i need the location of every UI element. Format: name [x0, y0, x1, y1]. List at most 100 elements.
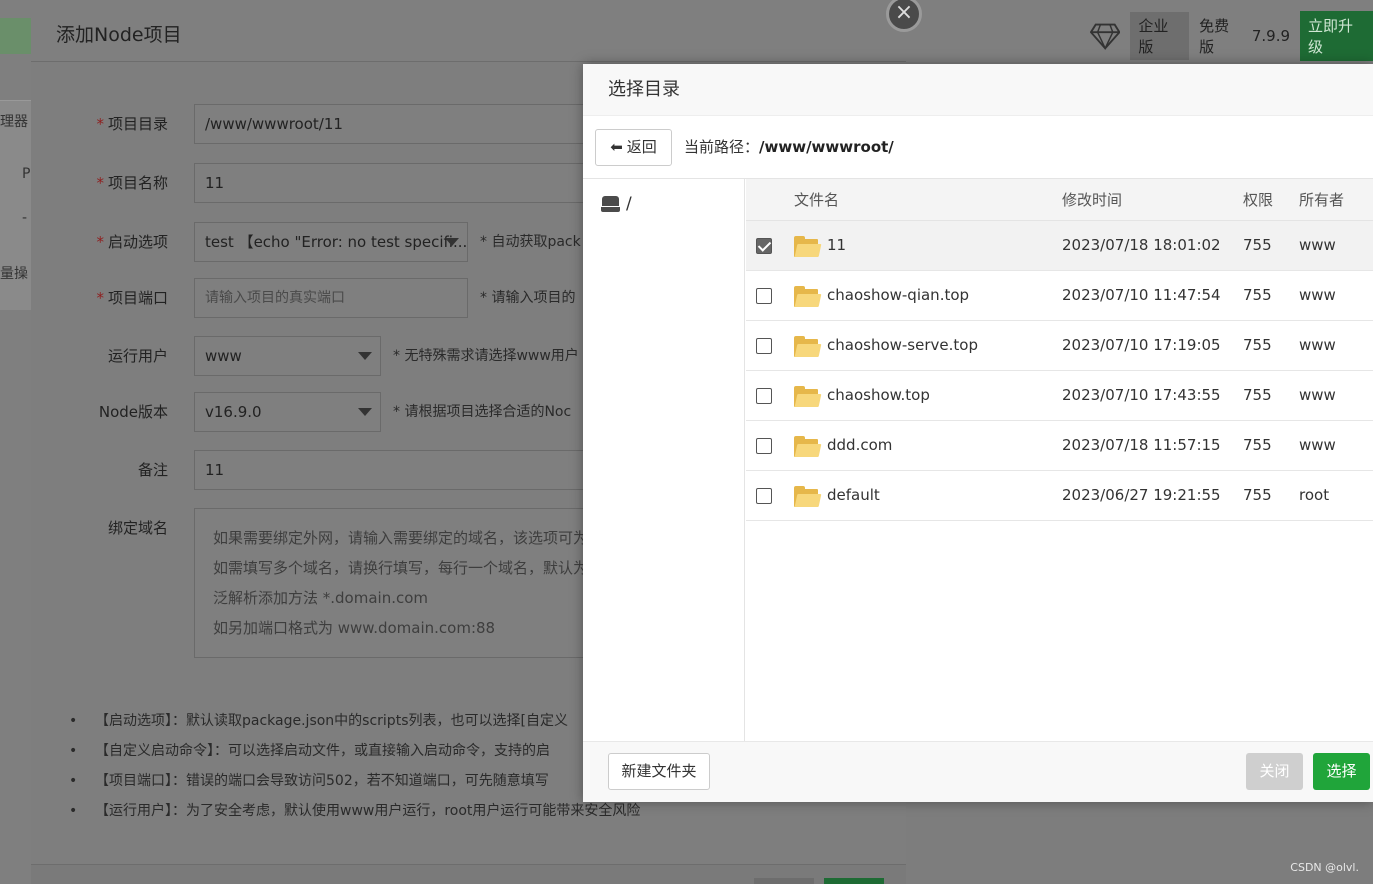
choose-button[interactable]: 选择	[1313, 753, 1370, 790]
close-button[interactable]: 关闭	[1246, 753, 1303, 790]
bg-left-item-2: -	[22, 210, 28, 226]
row-mtime: 2023/07/18 18:01:02	[1062, 236, 1221, 254]
row-checkbox[interactable]	[756, 288, 772, 304]
bg-left-item-3: 量操	[0, 266, 28, 282]
folder-icon	[794, 236, 822, 257]
reply-arrow-icon: ⬅	[610, 138, 623, 156]
submit-button[interactable]	[824, 878, 884, 884]
table-row[interactable]: chaoshow.top 2023/07/10 17:43:55 755 www	[746, 371, 1373, 421]
col-name[interactable]: 文件名	[794, 179, 839, 221]
picker-title: 选择目录	[583, 64, 1373, 116]
table-row[interactable]: chaoshow-qian.top 2023/07/10 11:47:54 75…	[746, 271, 1373, 321]
row-name[interactable]: chaoshow-serve.top	[827, 321, 978, 370]
domain-placeholder-line: 泛解析添加方法 *.domain.com	[213, 589, 429, 607]
row-owner: www	[1299, 436, 1336, 454]
edition-bar: 企业版 免费版 7.9.9 立即升级	[1090, 11, 1373, 61]
project-port-hint: * 请输入项目的	[480, 290, 576, 306]
table-header: 文件名 修改时间 权限 所有者	[746, 179, 1373, 221]
row-checkbox[interactable]	[756, 338, 772, 354]
directory-tree: /	[583, 179, 745, 741]
row-perm: 755	[1243, 286, 1272, 304]
back-button[interactable]: ⬅ 返回	[595, 129, 672, 166]
row-owner: www	[1299, 386, 1336, 404]
project-port-input[interactable]: 请输入项目的真实端口	[194, 278, 468, 318]
row-perm: 755	[1243, 386, 1272, 404]
folder-icon	[794, 286, 822, 307]
run-user-label: 运行用户	[107, 347, 168, 365]
row-perm: 755	[1243, 236, 1272, 254]
cancel-button[interactable]	[754, 878, 814, 884]
tips-list: 【启动选项】：默认读取package.json中的scripts列表，也可以选择…	[69, 706, 640, 826]
node-version-label: Node版本	[98, 403, 168, 421]
project-dir-input[interactable]: /www/wwwroot/11	[194, 104, 614, 144]
chevron-down-icon	[445, 238, 459, 246]
row-owner: root	[1299, 486, 1330, 504]
domain-placeholder-line: 如另加端口格式为 www.domain.com:88	[213, 619, 496, 637]
domain-placeholder-line: 如果需要绑定外网，请输入需要绑定的域名，该选项可为	[213, 529, 589, 547]
directory-picker-dialog: 选择目录 ⬅ 返回 当前路径：/www/wwwroot/ / 文件名 修改时间 权…	[583, 64, 1373, 802]
bg-left-item-0: 理器	[0, 114, 28, 130]
node-version-hint: * 请根据项目选择合适的Noc	[393, 404, 572, 420]
domain-label: 绑定域名	[107, 519, 168, 537]
picker-toolbar: ⬅ 返回 当前路径：/www/wwwroot/	[583, 116, 1373, 179]
row-checkbox[interactable]	[756, 438, 772, 454]
folder-icon	[794, 436, 822, 457]
bg-left-item-1: P	[22, 166, 31, 182]
node-version-select[interactable]: v16.9.0	[194, 392, 381, 432]
tree-root-item[interactable]: /	[601, 193, 632, 215]
domain-textarea[interactable]: 如果需要绑定外网，请输入需要绑定的域名，该选项可为 如需填写多个域名，请换行填写…	[194, 508, 614, 658]
folder-icon	[794, 336, 822, 357]
file-table: 文件名 修改时间 权限 所有者 11 2023/07/18 18:01:02 7…	[746, 179, 1373, 741]
run-user-hint: * 无特殊需求请选择www用户	[393, 348, 579, 364]
table-row[interactable]: 11 2023/07/18 18:01:02 755 www	[746, 221, 1373, 271]
hard-disk-icon	[601, 196, 620, 212]
folder-icon	[794, 386, 822, 407]
upgrade-button[interactable]: 立即升级	[1300, 11, 1373, 61]
row-owner: www	[1299, 336, 1336, 354]
row-mtime: 2023/06/27 19:21:55	[1062, 486, 1221, 504]
tip-item: 【自定义启动命令】：可以选择启动文件，或直接输入启动命令，支持的启	[69, 736, 619, 766]
current-path: 当前路径：/www/wwwroot/	[684, 138, 894, 156]
start-option-label: * 启动选项	[96, 233, 168, 251]
row-name[interactable]: chaoshow-qian.top	[827, 271, 969, 320]
row-name[interactable]: default	[827, 471, 880, 520]
tip-item: 【启动选项】：默认读取package.json中的scripts列表，也可以选择…	[69, 706, 619, 736]
remark-input[interactable]: 11	[194, 450, 614, 490]
row-checkbox[interactable]	[756, 238, 772, 254]
project-port-label: * 项目端口	[96, 289, 168, 307]
row-mtime: 2023/07/10 11:47:54	[1062, 286, 1221, 304]
row-checkbox[interactable]	[756, 388, 772, 404]
new-folder-button[interactable]: 新建文件夹	[608, 753, 710, 790]
row-perm: 755	[1243, 436, 1272, 454]
col-perm[interactable]: 权限	[1243, 179, 1273, 221]
project-name-label: * 项目名称	[96, 174, 168, 192]
version-label: 7.9.9	[1251, 27, 1291, 45]
tree-root-label: /	[626, 194, 632, 214]
row-checkbox[interactable]	[756, 488, 772, 504]
table-row[interactable]: ddd.com 2023/07/18 11:57:15 755 www	[746, 421, 1373, 471]
table-row[interactable]: chaoshow-serve.top 2023/07/10 17:19:05 7…	[746, 321, 1373, 371]
table-row[interactable]: default 2023/06/27 19:21:55 755 root	[746, 471, 1373, 521]
row-mtime: 2023/07/10 17:19:05	[1062, 336, 1221, 354]
start-option-hint: * 自动获取pack	[480, 234, 581, 250]
project-dir-label: * 项目目录	[96, 115, 168, 133]
row-mtime: 2023/07/10 17:43:55	[1062, 386, 1221, 404]
col-mtime[interactable]: 修改时间	[1062, 179, 1122, 221]
run-user-select[interactable]: www	[194, 336, 381, 376]
row-name[interactable]: 11	[827, 221, 846, 270]
start-option-select[interactable]: test 【echo "Error: no test specifi...	[194, 222, 468, 262]
chevron-down-icon	[358, 408, 372, 416]
row-name[interactable]: chaoshow.top	[827, 371, 930, 420]
row-mtime: 2023/07/18 11:57:15	[1062, 436, 1221, 454]
remark-label: 备注	[137, 461, 168, 479]
tip-item: 【项目端口】：错误的端口会导致访问502，若不知道端口，可先随意填写	[69, 766, 619, 796]
row-name[interactable]: ddd.com	[827, 421, 892, 470]
picker-footer: 新建文件夹 关闭 选择	[583, 741, 1373, 802]
col-owner[interactable]: 所有者	[1299, 179, 1344, 221]
row-perm: 755	[1243, 336, 1272, 354]
enterprise-badge[interactable]: 企业版	[1130, 12, 1190, 60]
chevron-down-icon	[358, 352, 372, 360]
free-edition-label: 免费版	[1199, 17, 1230, 56]
project-name-input[interactable]: 11	[194, 163, 614, 203]
diamond-icon	[1090, 23, 1121, 50]
